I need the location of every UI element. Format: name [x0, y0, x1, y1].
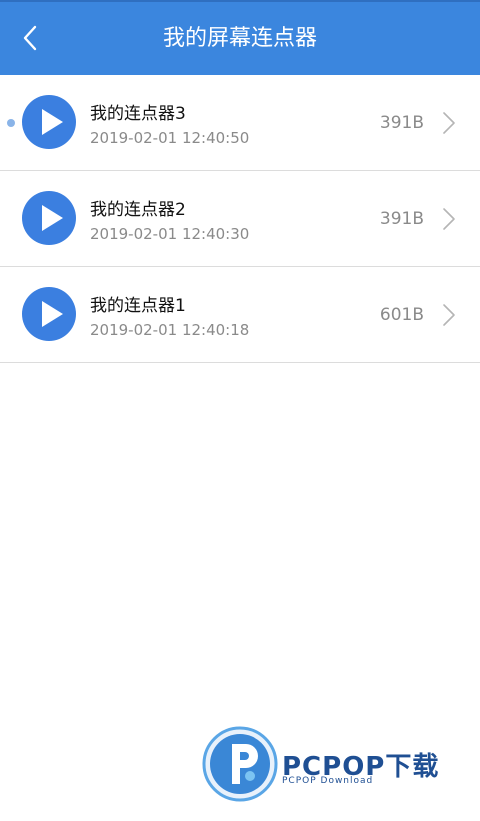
- list-item[interactable]: 我的连点器1 2019-02-01 12:40:18 601B: [0, 267, 480, 363]
- item-name: 我的连点器3: [90, 104, 186, 124]
- page-title: 我的屏幕连点器: [162, 26, 317, 51]
- top-bar: 我的屏幕连点器: [0, 0, 480, 75]
- item-name: 我的连点器2: [90, 200, 186, 220]
- list-item[interactable]: 我的连点器2 2019-02-01 12:40:30 391B: [0, 171, 480, 267]
- play-icon[interactable]: [22, 95, 76, 149]
- watermark-subtitle: PCPOP Download: [282, 776, 374, 786]
- item-size: 391B: [379, 209, 424, 229]
- item-timestamp: 2019-02-01 12:40:30: [90, 225, 250, 243]
- app-screen: 我的屏幕连点器 我的连点器3 2019-02-01 12:40:50 391B …: [0, 0, 480, 821]
- pcpop-logo-icon: [202, 726, 278, 802]
- item-timestamp: 2019-02-01 12:40:18: [90, 321, 250, 339]
- pcpop-watermark: PCPOP下载 PCPOP Download: [202, 726, 472, 806]
- chevron-right-icon: [443, 112, 455, 134]
- selected-indicator: [7, 119, 15, 127]
- list-item[interactable]: 我的连点器3 2019-02-01 12:40:50 391B: [0, 75, 480, 171]
- play-icon[interactable]: [22, 191, 76, 245]
- item-timestamp: 2019-02-01 12:40:50: [90, 129, 250, 147]
- chevron-right-icon: [443, 304, 455, 326]
- item-size: 391B: [379, 113, 424, 133]
- item-name: 我的连点器1: [90, 296, 186, 316]
- clicker-list: 我的连点器3 2019-02-01 12:40:50 391B 我的连点器2 2…: [0, 75, 480, 363]
- item-size: 601B: [379, 305, 424, 325]
- chevron-right-icon: [443, 208, 455, 230]
- play-icon[interactable]: [22, 287, 76, 341]
